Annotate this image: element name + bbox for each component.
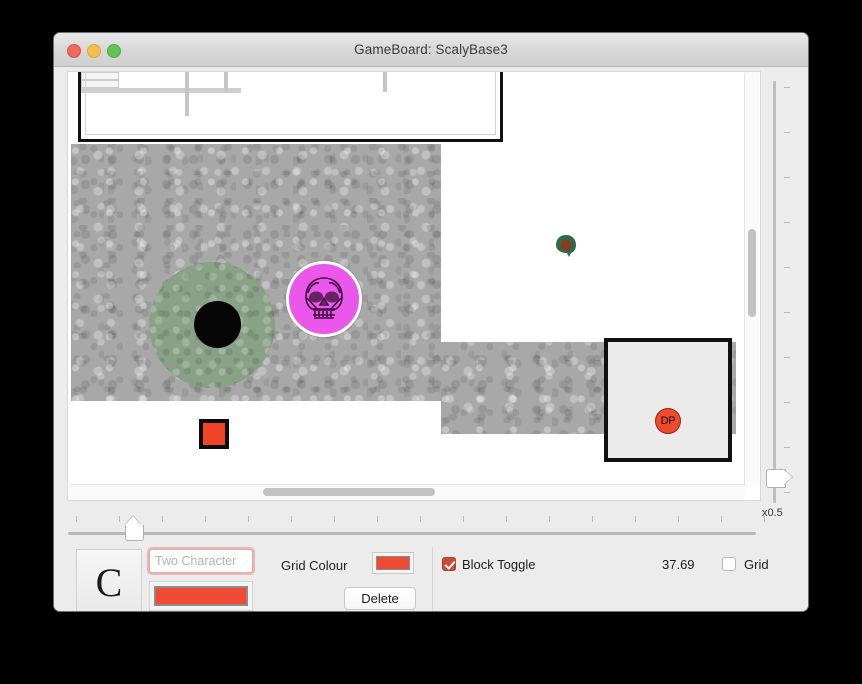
- vertical-slider-tick: [784, 357, 790, 358]
- skull-token[interactable]: [286, 261, 362, 337]
- window-title: GameBoard: ScalyBase3: [354, 42, 508, 57]
- vertical-slider-tick: [784, 312, 790, 313]
- board-vertical-scroll-thumb[interactable]: [748, 229, 756, 317]
- vertical-slider-tick: [784, 177, 790, 178]
- two-character-input[interactable]: [149, 549, 253, 573]
- zoom-level-label: x0.5: [762, 507, 783, 519]
- control-divider: [432, 547, 433, 611]
- zoom-slider-tick: [549, 516, 550, 522]
- green-blob-icon: [556, 235, 576, 257]
- grid-checkbox[interactable]: [722, 557, 736, 571]
- wall-segment: [185, 72, 189, 116]
- token-colour-well[interactable]: [149, 581, 253, 611]
- zoom-slider-tick: [635, 516, 636, 522]
- window-body: DP x0.5 C Grid Colou: [54, 67, 808, 611]
- zoom-slider-tick: [119, 516, 120, 522]
- room-top-inner-wall: [85, 72, 496, 135]
- board-viewport[interactable]: DP: [68, 72, 760, 500]
- black-hole-token[interactable]: [194, 301, 241, 348]
- zoom-slider-tick: [248, 516, 249, 522]
- zoom-slider-tick: [162, 516, 163, 522]
- skull-icon: [305, 277, 343, 319]
- room-right: [604, 338, 732, 462]
- zoom-slider-track: [68, 532, 756, 535]
- control-bar: C Grid Colour Delete Block Toggle 37.69 …: [54, 547, 808, 611]
- zoom-slider-tick: [334, 516, 335, 522]
- vertical-slider-tick: [784, 87, 790, 88]
- zoom-slider-knob[interactable]: [125, 525, 144, 541]
- grid-colour-well[interactable]: [372, 552, 414, 574]
- block-toggle-label[interactable]: Block Toggle: [462, 557, 535, 572]
- red-square-token[interactable]: [199, 419, 229, 449]
- wall-segment: [383, 72, 387, 92]
- window-titlebar[interactable]: GameBoard: ScalyBase3: [54, 33, 808, 67]
- grid-colour-label: Grid Colour: [281, 558, 348, 573]
- zoom-slider[interactable]: [68, 513, 765, 543]
- board-vertical-scrollbar[interactable]: [744, 73, 759, 486]
- green-blob-token[interactable]: [553, 233, 579, 259]
- grid-checkbox-label[interactable]: Grid: [744, 557, 769, 572]
- zoom-slider-tick: [463, 516, 464, 522]
- zoom-slider-tick: [592, 516, 593, 522]
- zoom-slider-tick: [291, 516, 292, 522]
- zoom-slider-tick: [420, 516, 421, 522]
- grid-colour-swatch[interactable]: [376, 556, 410, 570]
- vertical-slider-track: [773, 81, 776, 503]
- app-window: GameBoard: ScalyBase3 DP x0.5 C Two Char…: [53, 32, 809, 612]
- token-colour-swatch[interactable]: [154, 586, 248, 606]
- zoom-slider-tick: [678, 516, 679, 522]
- dp-token[interactable]: DP: [655, 408, 681, 434]
- vertical-slider-tick: [784, 267, 790, 268]
- zoom-slider-tick: [76, 516, 77, 522]
- zoom-slider-tick: [506, 516, 507, 522]
- vertical-slider-tick: [784, 447, 790, 448]
- board-horizontal-scrollbar[interactable]: [69, 484, 746, 499]
- vertical-slider-tick: [784, 132, 790, 133]
- block-toggle-checkbox[interactable]: [442, 557, 456, 571]
- wall-segment: [224, 72, 228, 92]
- zoom-slider-tick: [721, 516, 722, 522]
- delete-button[interactable]: Delete: [344, 587, 416, 610]
- token-preview[interactable]: C: [76, 549, 142, 611]
- zoom-slider-tick: [377, 516, 378, 522]
- board-horizontal-scroll-thumb[interactable]: [263, 488, 435, 496]
- vertical-slider[interactable]: [766, 73, 802, 505]
- vertical-slider-tick: [784, 222, 790, 223]
- numeric-readout: 37.69: [662, 557, 695, 572]
- game-board-canvas[interactable]: DP: [67, 71, 761, 501]
- vertical-slider-knob[interactable]: [766, 469, 786, 488]
- zoom-slider-tick: [205, 516, 206, 522]
- room-top: [78, 72, 503, 142]
- vertical-slider-tick: [784, 492, 790, 493]
- vertical-slider-tick: [784, 402, 790, 403]
